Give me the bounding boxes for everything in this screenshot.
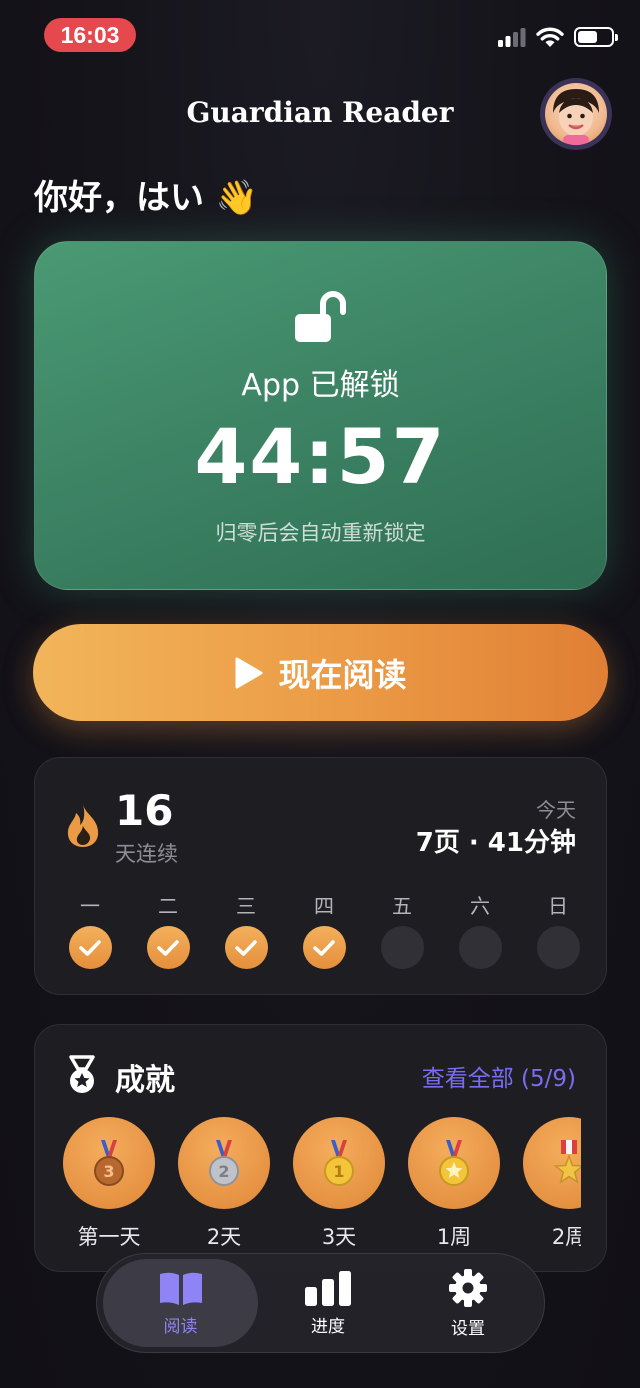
achievement-badge[interactable]: 1周 (408, 1117, 500, 1257)
day-item: 一 (65, 890, 115, 969)
day-item: 三 (221, 890, 271, 969)
svg-text:1: 1 (333, 1162, 344, 1181)
day-item: 日 (533, 890, 583, 969)
greeting-text: 你好，はい 👋 (34, 178, 259, 218)
status-icons (498, 26, 618, 48)
badge-medal: 3 (63, 1117, 155, 1209)
achievement-badge[interactable]: 2周 (523, 1117, 581, 1257)
day-label: 三 (236, 894, 256, 918)
gear-icon (449, 1268, 487, 1307)
tab-settings-label: 设置 (451, 1318, 485, 1339)
bar-chart-icon (305, 1270, 351, 1306)
day-status-dot (458, 926, 502, 969)
bronze-medal-3-icon: 3 (94, 1140, 124, 1186)
achievement-badge[interactable]: 1 3天 (293, 1117, 385, 1257)
svg-text:3: 3 (103, 1162, 114, 1181)
day-label: 四 (314, 894, 334, 918)
badge-label: 第一天 (77, 1225, 141, 1249)
read-now-button[interactable]: 现在阅读 (33, 624, 608, 721)
day-label: 五 (392, 894, 412, 918)
day-status-dot (68, 926, 112, 969)
tab-progress-label: 进度 (311, 1316, 345, 1337)
tab-read-label: 阅读 (163, 1316, 198, 1337)
tab-read[interactable]: 阅读 (103, 1259, 258, 1347)
streak-count: 16 (115, 786, 174, 835)
child-avatar (545, 83, 607, 145)
medal-star-icon (69, 1055, 95, 1093)
achievement-badge[interactable]: 3 第一天 (63, 1117, 155, 1257)
today-stats: 7页 · 41分钟 (415, 828, 576, 858)
open-book-icon (159, 1272, 202, 1305)
battery-icon (574, 27, 618, 47)
unlocked-padlock-icon (295, 291, 346, 342)
day-status-dot (146, 926, 190, 969)
badge-medal (408, 1117, 500, 1209)
tab-bar: 阅读 进度 设置 (96, 1253, 545, 1353)
week-row: 一 二 三 四 五 六 日 (65, 890, 583, 969)
day-item: 四 (299, 890, 349, 969)
day-label: 二 (158, 894, 178, 918)
wifi-icon (536, 27, 564, 47)
unlock-countdown: 44:57 (194, 412, 447, 501)
day-status-dot (380, 926, 424, 969)
badge-label: 2周 (551, 1225, 581, 1249)
read-now-label: 现在阅读 (278, 655, 407, 694)
svg-text:2: 2 (218, 1162, 229, 1181)
day-label: 六 (470, 894, 490, 918)
badge-medal: 2 (178, 1117, 270, 1209)
relock-note: 归零后会自动重新锁定 (215, 521, 426, 545)
badge-label: 3天 (321, 1225, 357, 1249)
streak-card: 16 天连续 今天 7页 · 41分钟 一 二 三 四 五 六 日 (34, 757, 607, 995)
gold-medal-1-icon: 1 (324, 1140, 354, 1186)
military-star-medal-icon (553, 1140, 581, 1184)
view-all-achievements-link[interactable]: 查看全部 (5/9) (422, 1059, 576, 1093)
day-status-dot (302, 926, 346, 969)
tab-settings[interactable]: 设置 (398, 1259, 538, 1347)
status-time-text: 16:03 (60, 21, 120, 48)
streak-label: 天连续 (115, 842, 178, 866)
silver-medal-2-icon: 2 (209, 1140, 239, 1186)
gold-star-medal-icon (439, 1140, 469, 1186)
tab-progress[interactable]: 进度 (258, 1259, 398, 1347)
home-screen: 16:03 Guardian Reader 你好，はい 👋 App 已解锁 44… (0, 0, 640, 1388)
day-item: 二 (143, 890, 193, 969)
unlock-status-card: App 已解锁 44:57 归零后会自动重新锁定 (34, 241, 607, 590)
badge-medal (523, 1117, 581, 1209)
unlock-status-label: App 已解锁 (241, 368, 400, 403)
day-status-dot (224, 926, 268, 969)
day-status-dot (536, 926, 580, 969)
badge-row[interactable]: 3 第一天 2 2天 1 3天 1周 2 (63, 1117, 581, 1257)
badge-label: 1周 (436, 1225, 472, 1249)
flame-icon (67, 804, 99, 847)
achievements-card: 成就 查看全部 (5/9) 3 第一天 2 2天 1 3天 1周 2 (34, 1024, 607, 1272)
avatar-button[interactable] (540, 78, 612, 150)
day-item: 五 (377, 890, 427, 969)
achievement-badge[interactable]: 2 2天 (178, 1117, 270, 1257)
achievements-title: 成就 (115, 1063, 175, 1098)
today-label: 今天 (536, 798, 576, 822)
badge-label: 2天 (206, 1225, 242, 1249)
badge-medal: 1 (293, 1117, 385, 1209)
play-icon (235, 657, 263, 688)
day-item: 六 (455, 890, 505, 969)
day-label: 日 (548, 894, 568, 918)
cellular-signal-icon (498, 28, 526, 47)
day-label: 一 (80, 894, 100, 918)
status-time: 16:03 (44, 18, 136, 52)
battery-fill (578, 31, 597, 43)
